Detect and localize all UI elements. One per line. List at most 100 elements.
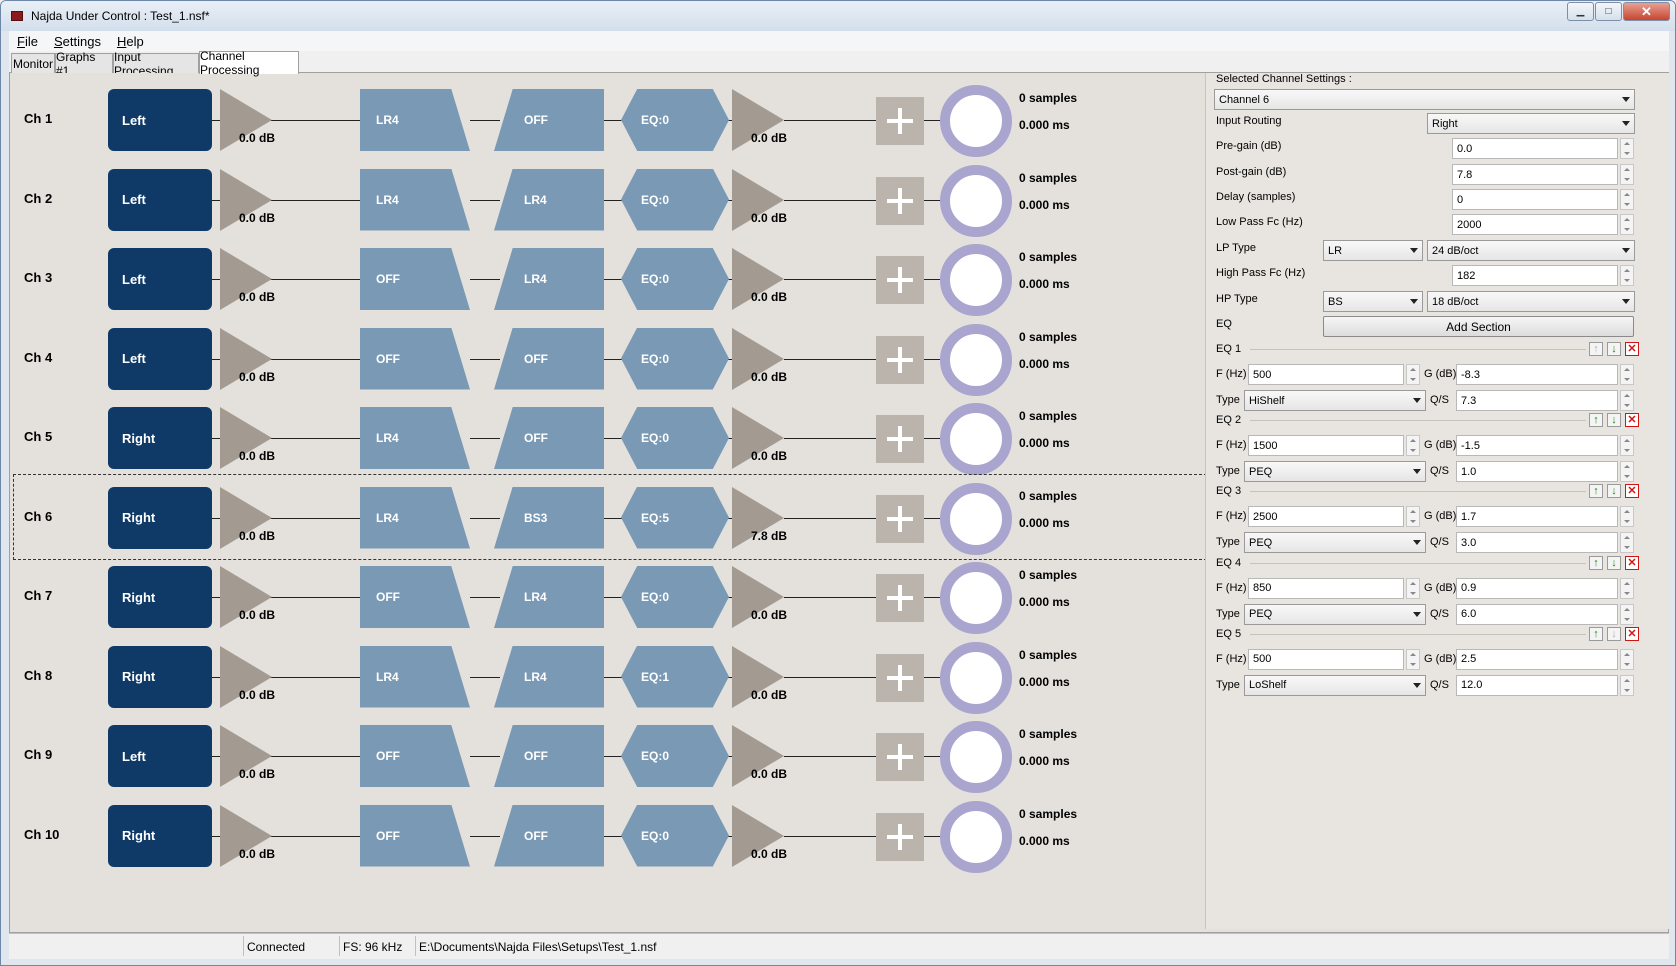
high-pass-filter-block[interactable]: OFF: [494, 407, 604, 469]
eq-q-spinner[interactable]: [1620, 461, 1634, 483]
high-pass-filter-block[interactable]: LR4: [494, 168, 604, 231]
move-down-icon[interactable]: ↓: [1607, 413, 1621, 428]
eq-q-spinner[interactable]: [1620, 603, 1634, 625]
close-button[interactable]: ✕: [1623, 2, 1670, 21]
add-block-button[interactable]: [876, 335, 924, 384]
low-pass-filter-block[interactable]: LR4: [360, 168, 470, 231]
delay-ring[interactable]: [940, 323, 1012, 396]
eq-gain-spinner[interactable]: [1620, 577, 1634, 599]
tab-channel-processing[interactable]: Channel Processing: [199, 49, 299, 77]
channel-row[interactable]: Ch 5 Right 0.0 dB LR4 OFF EQ:0 0.0 dB 0 samples…: [14, 395, 1206, 479]
delete-icon[interactable]: ✕: [1625, 484, 1639, 499]
delay-spinner[interactable]: [1620, 189, 1634, 210]
delay-ring[interactable]: [940, 244, 1012, 316]
eq-block[interactable]: EQ:0: [621, 89, 729, 151]
channel-row[interactable]: Ch 9 Left 0.0 dB OFF OFF EQ:0 0.0 dB 0 samples 0…: [14, 713, 1206, 797]
eq-gain-input[interactable]: -8.3: [1456, 364, 1618, 385]
eq-block[interactable]: EQ:0: [621, 566, 729, 628]
channel-row[interactable]: Ch 7 Right 0.0 dB OFF LR4 EQ:0 0.0 dB 0 samples…: [14, 554, 1206, 638]
post-gain-input[interactable]: 7.8: [1452, 164, 1618, 185]
low-pass-filter-block[interactable]: LR4: [360, 486, 470, 549]
delay-ring[interactable]: [940, 164, 1012, 237]
eq-gain-input[interactable]: 2.5: [1456, 648, 1618, 670]
hp-fc-input[interactable]: 182: [1452, 265, 1618, 286]
eq-frequency-input[interactable]: 500: [1248, 364, 1404, 385]
post-gain-spinner[interactable]: [1620, 164, 1634, 185]
delete-icon[interactable]: ✕: [1625, 626, 1639, 641]
delay-ring[interactable]: [940, 721, 1012, 793]
eq-block[interactable]: EQ:0: [621, 804, 729, 867]
input-routing-block[interactable]: Right: [108, 645, 212, 708]
pre-gain-input[interactable]: 0.0: [1452, 138, 1618, 159]
eq-gain-input[interactable]: -1.5: [1456, 435, 1618, 457]
input-routing-block[interactable]: Left: [108, 168, 212, 231]
delete-icon[interactable]: ✕: [1625, 342, 1639, 356]
delay-ring[interactable]: [940, 85, 1012, 157]
delay-ring[interactable]: [940, 641, 1012, 714]
tab-monitor[interactable]: Monitor: [11, 53, 55, 73]
add-block-button[interactable]: [876, 97, 924, 145]
eq-frequency-spinner[interactable]: [1406, 435, 1420, 457]
low-pass-filter-block[interactable]: OFF: [360, 725, 470, 787]
delay-ring[interactable]: [940, 482, 1012, 555]
eq-q-input[interactable]: 3.0: [1456, 532, 1618, 554]
add-block-button[interactable]: [876, 733, 924, 781]
move-up-icon[interactable]: ↑: [1589, 413, 1603, 428]
high-pass-filter-block[interactable]: LR4: [494, 566, 604, 628]
channel-row[interactable]: Ch 8 Right 0.0 dB LR4 LR4 EQ:1 0.0 dB 0 samples…: [14, 634, 1206, 718]
input-routing-block[interactable]: Right: [108, 804, 212, 867]
low-pass-filter-block[interactable]: LR4: [360, 407, 470, 469]
tab-graphs[interactable]: Graphs #1: [55, 50, 113, 78]
minimize-button[interactable]: ▁: [1567, 2, 1594, 21]
hp-fc-spinner[interactable]: [1620, 265, 1634, 286]
eq-frequency-spinner[interactable]: [1406, 364, 1420, 385]
channel-row[interactable]: Ch 10 Right 0.0 dB OFF OFF EQ:0 0.0 dB 0 sample…: [14, 793, 1206, 877]
lp-fc-spinner[interactable]: [1620, 214, 1634, 235]
delay-ring[interactable]: [940, 403, 1012, 475]
high-pass-filter-block[interactable]: LR4: [494, 248, 604, 310]
move-up-icon[interactable]: ↑: [1589, 484, 1603, 499]
eq-block[interactable]: EQ:0: [621, 327, 729, 390]
maximize-button[interactable]: □: [1595, 2, 1622, 21]
eq-gain-input[interactable]: 0.9: [1456, 577, 1618, 599]
delay-ring[interactable]: [940, 800, 1012, 873]
add-block-button[interactable]: [876, 176, 924, 225]
eq-block[interactable]: EQ:1: [621, 645, 729, 708]
channel-row[interactable]: Ch 2 Left 0.0 dB LR4 LR4 EQ:0 0.0 dB 0 samples 0…: [14, 157, 1206, 241]
move-down-icon[interactable]: ↓: [1607, 484, 1621, 499]
eq-type-select[interactable]: LoShelf: [1244, 674, 1426, 696]
delete-icon[interactable]: ✕: [1625, 413, 1639, 428]
low-pass-filter-block[interactable]: OFF: [360, 248, 470, 310]
eq-block[interactable]: EQ:0: [621, 168, 729, 231]
channel-select[interactable]: Channel 6: [1214, 89, 1635, 110]
delay-ring[interactable]: [940, 562, 1012, 634]
eq-frequency-input[interactable]: 1500: [1248, 435, 1404, 457]
delay-input[interactable]: 0: [1452, 189, 1618, 210]
eq-block[interactable]: EQ:0: [621, 725, 729, 787]
add-block-button[interactable]: [876, 494, 924, 543]
input-routing-block[interactable]: Left: [108, 725, 212, 787]
eq-gain-spinner[interactable]: [1620, 506, 1634, 528]
eq-q-input[interactable]: 7.3: [1456, 390, 1618, 411]
add-block-button[interactable]: [876, 812, 924, 861]
eq-q-spinner[interactable]: [1620, 390, 1634, 411]
low-pass-filter-block[interactable]: OFF: [360, 804, 470, 867]
input-routing-select[interactable]: Right: [1427, 113, 1635, 134]
eq-gain-spinner[interactable]: [1620, 364, 1634, 385]
menu-file[interactable]: File: [9, 34, 46, 49]
channel-row[interactable]: Ch 6 Right 0.0 dB LR4 BS3 EQ:5 7.8 dB 0 samples…: [13, 473, 1207, 560]
high-pass-filter-block[interactable]: OFF: [494, 89, 604, 151]
eq-frequency-spinner[interactable]: [1406, 506, 1420, 528]
tab-input-processing[interactable]: Input Processing: [113, 50, 199, 78]
hp-type-select[interactable]: BS: [1323, 291, 1423, 312]
lp-fc-input[interactable]: 2000: [1452, 214, 1618, 235]
low-pass-filter-block[interactable]: OFF: [360, 327, 470, 390]
move-down-icon[interactable]: ↓: [1607, 555, 1621, 570]
eq-q-input[interactable]: 6.0: [1456, 603, 1618, 625]
channel-row[interactable]: Ch 4 Left 0.0 dB OFF OFF EQ:0 0.0 dB 0 samples 0…: [14, 316, 1206, 400]
eq-block[interactable]: EQ:0: [621, 248, 729, 310]
high-pass-filter-block[interactable]: OFF: [494, 327, 604, 390]
eq-frequency-spinner[interactable]: [1406, 648, 1420, 670]
input-routing-block[interactable]: Left: [108, 89, 212, 151]
eq-frequency-input[interactable]: 500: [1248, 648, 1404, 670]
